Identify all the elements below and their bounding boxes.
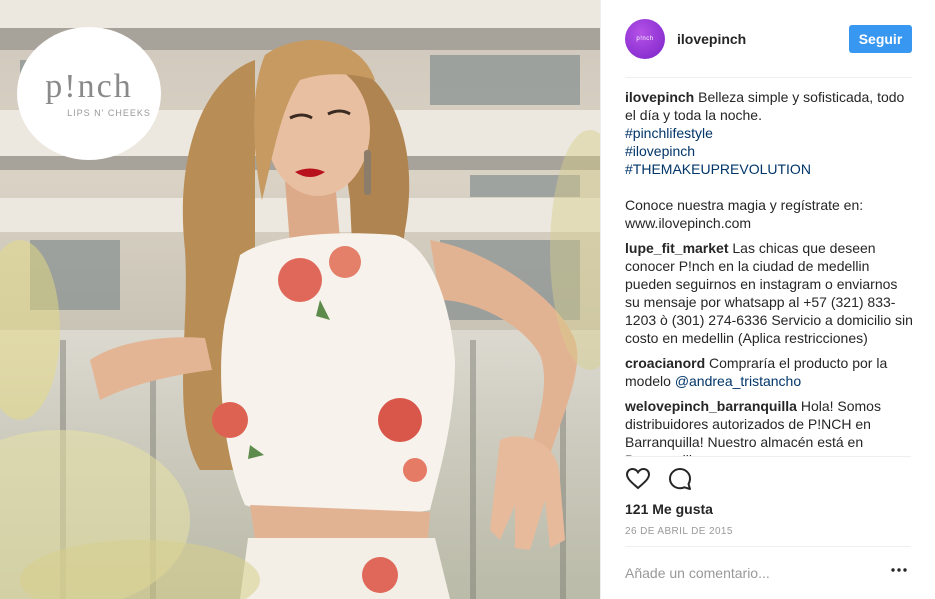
post-sidebar: p!nch ilovepinch Seguir ilovepinch Belle… xyxy=(600,0,935,599)
avatar[interactable]: p!nch xyxy=(625,19,665,59)
hashtag-link[interactable]: #ilovepinch xyxy=(625,142,915,160)
brand-logo: p!nch LIPS N' CHEEKS xyxy=(17,27,161,160)
follow-button[interactable]: Seguir xyxy=(849,25,912,53)
action-bar xyxy=(625,466,693,494)
post-photo[interactable]: p!nch LIPS N' CHEEKS xyxy=(0,0,600,599)
caption: ilovepinch Belleza simple y sofisticada,… xyxy=(625,88,915,232)
comments-list[interactable]: ilovepinch Belleza simple y sofisticada,… xyxy=(625,88,915,456)
more-options-icon[interactable] xyxy=(891,568,907,572)
instagram-post: p!nch LIPS N' CHEEKS p!nch ilovepinch Se… xyxy=(0,0,935,599)
hashtag-link[interactable]: #THEMAKEUPREVOLUTION xyxy=(625,160,915,178)
input-divider xyxy=(625,546,911,547)
header-username[interactable]: ilovepinch xyxy=(677,31,746,47)
logo-tagline: LIPS N' CHEEKS xyxy=(67,107,151,118)
post-date[interactable]: 26 DE ABRIL DE 2015 xyxy=(625,526,733,537)
comment-input[interactable] xyxy=(625,562,875,584)
comment-username[interactable]: welovepinch_barranquilla xyxy=(625,398,797,414)
like-count[interactable]: 121 Me gusta xyxy=(625,501,713,517)
header-divider xyxy=(625,77,912,78)
actions-divider xyxy=(625,456,911,457)
mention-link[interactable]: @andrea_tristancho xyxy=(675,373,801,389)
list-item: croacianord Compraría el producto por la… xyxy=(625,354,915,390)
caption-username[interactable]: ilovepinch xyxy=(625,89,694,105)
post-header: p!nch ilovepinch Seguir xyxy=(601,0,935,78)
list-item: welovepinch_barranquilla Hola! Somos dis… xyxy=(625,397,915,456)
comment-username[interactable]: croacianord xyxy=(625,355,705,371)
logo-wordmark: p!nch xyxy=(45,67,133,105)
caption-cta: Conoce nuestra magia y regístrate en: ww… xyxy=(625,197,864,231)
comment-username[interactable]: lupe_fit_market xyxy=(625,240,728,256)
hashtag-link[interactable]: #pinchlifestyle xyxy=(625,124,915,142)
comment-icon[interactable] xyxy=(667,466,693,492)
heart-icon[interactable] xyxy=(625,466,651,492)
list-item: lupe_fit_market Las chicas que deseen co… xyxy=(625,239,915,347)
